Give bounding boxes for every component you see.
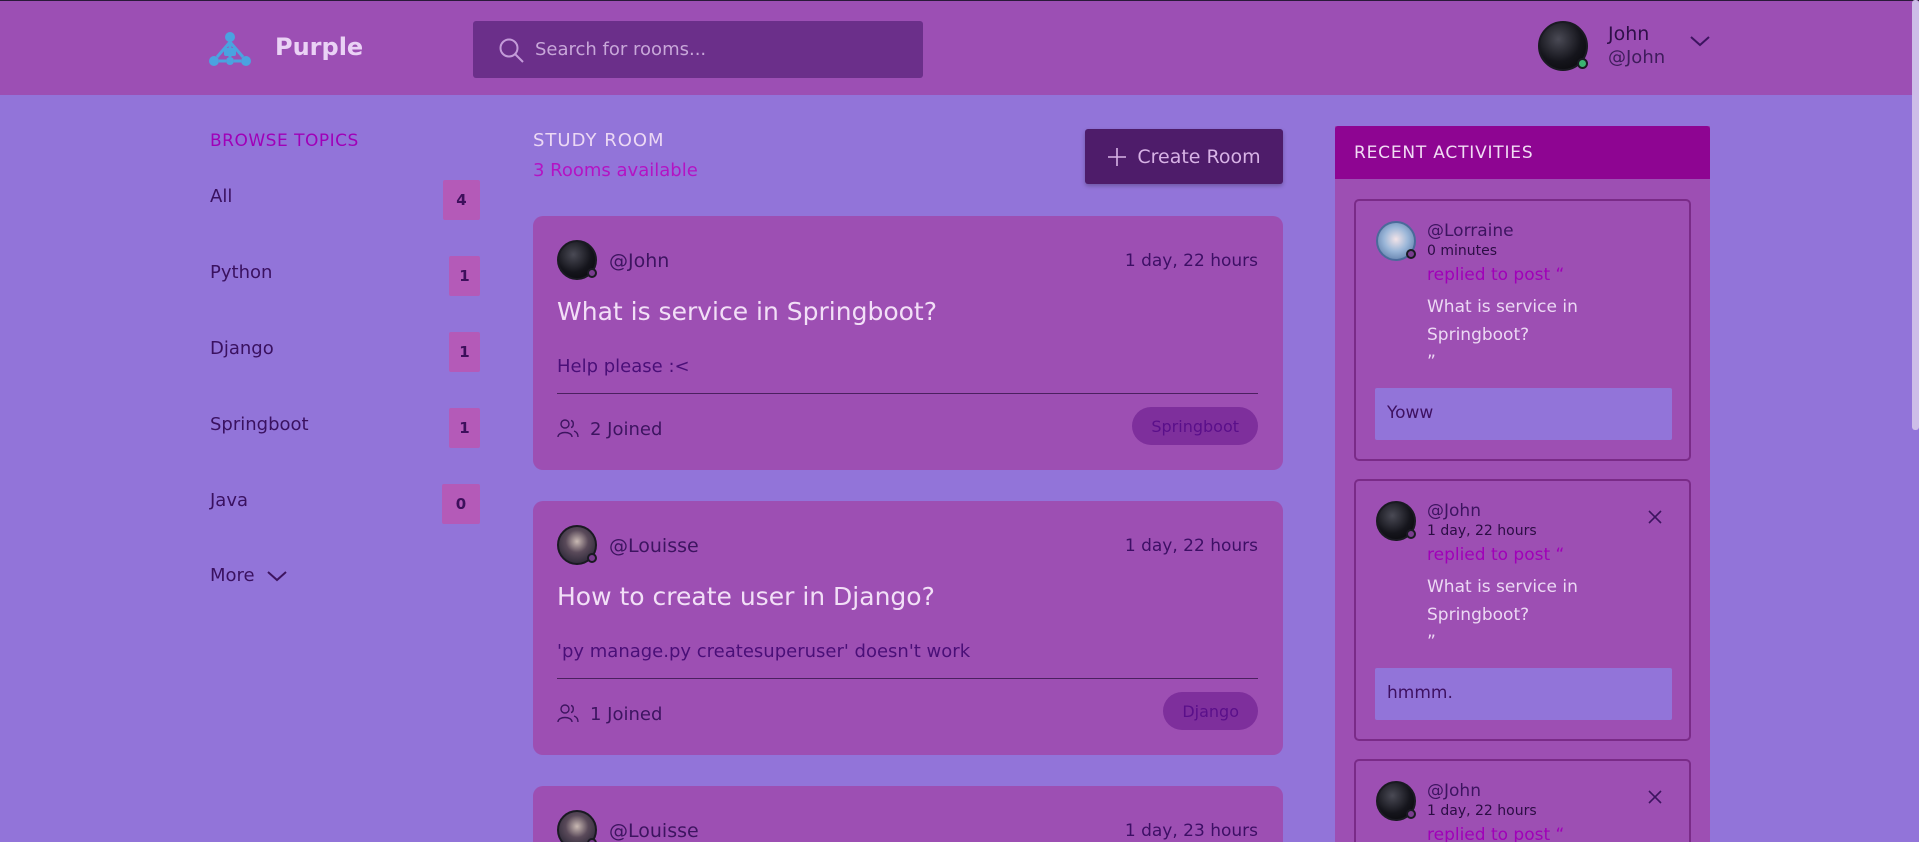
room-time: 1 day, 23 hours: [1124, 821, 1258, 841]
topic-item-springboot[interactable]: Springboot 1: [210, 408, 480, 450]
browse-topics-heading: BROWSE TOPICS: [210, 131, 359, 151]
topic-count-badge: 0: [442, 484, 480, 524]
room-card: @John 1 day, 22 hours What is service in…: [533, 216, 1283, 470]
user-avatar[interactable]: [1538, 21, 1588, 71]
activity-close-quote: ”: [1427, 352, 1436, 372]
activity-item: @John 1 day, 22 hours replied to post “ …: [1354, 479, 1691, 741]
activity-time: 0 minutes: [1427, 243, 1498, 259]
plus-icon: [1108, 147, 1127, 166]
people-icon: [557, 704, 579, 723]
divider: [557, 393, 1258, 394]
activity-reply: Yoww: [1375, 388, 1672, 440]
topic-item-django[interactable]: Django 1: [210, 332, 480, 374]
activity-action: replied to post “: [1427, 545, 1565, 565]
topic-tag[interactable]: Django: [1163, 692, 1258, 730]
room-time: 1 day, 22 hours: [1124, 536, 1258, 556]
people-icon: [557, 419, 579, 438]
top-navbar: Purple John @John: [0, 0, 1919, 95]
room-title[interactable]: What is service in Springboot?: [557, 297, 937, 326]
room-host[interactable]: @Louisse: [609, 535, 699, 557]
page-scrollbar[interactable]: [1912, 0, 1919, 430]
room-description: Help please :<: [557, 356, 690, 377]
topic-count-badge: 1: [449, 332, 480, 372]
chevron-down-icon[interactable]: [1688, 31, 1712, 51]
search-bar[interactable]: [473, 21, 923, 78]
activity-user[interactable]: @John: [1427, 781, 1481, 801]
activity-close-quote: ”: [1427, 632, 1436, 652]
room-time: 1 day, 22 hours: [1124, 251, 1258, 271]
room-card: @Louisse 1 day, 22 hours How to create u…: [533, 501, 1283, 755]
host-avatar[interactable]: [557, 525, 597, 565]
room-host[interactable]: @John: [609, 250, 669, 272]
activity-user[interactable]: @Lorraine: [1427, 221, 1514, 241]
status-dot: [587, 838, 597, 842]
topic-label: Springboot: [210, 414, 309, 435]
create-room-button[interactable]: Create Room: [1085, 129, 1283, 184]
status-dot: [587, 553, 597, 563]
topic-item-java[interactable]: Java 0: [210, 484, 480, 526]
search-input[interactable]: [535, 21, 905, 78]
activity-action: replied to post “: [1427, 265, 1565, 285]
activity-time: 1 day, 22 hours: [1427, 523, 1537, 539]
room-title[interactable]: How to create user in Django?: [557, 582, 935, 611]
user-handle[interactable]: @John: [1608, 47, 1665, 68]
close-icon[interactable]: [1647, 509, 1663, 525]
topic-count-badge: 1: [449, 408, 480, 448]
search-icon: [499, 38, 524, 63]
activity-item: @John 1 day, 22 hours replied to post “: [1354, 759, 1691, 842]
room-host[interactable]: @Louisse: [609, 820, 699, 842]
room-card: @Louisse 1 day, 23 hours: [533, 786, 1283, 842]
topic-label: Python: [210, 262, 273, 283]
rooms-count: 3 Rooms available: [533, 160, 698, 181]
network-logo-icon[interactable]: [208, 31, 252, 71]
activity-avatar[interactable]: [1376, 781, 1416, 821]
activity-reply: hmmm.: [1375, 668, 1672, 720]
activity-action: replied to post “: [1427, 825, 1565, 842]
recent-activities-panel: RECENT ACTIVITIES @Lorraine 0 minutes re…: [1335, 126, 1710, 842]
status-dot: [587, 268, 597, 278]
topic-label: Django: [210, 338, 274, 359]
activity-post-title[interactable]: What is service in Springboot?: [1427, 573, 1597, 629]
page-title: STUDY ROOM: [533, 130, 665, 151]
activity-post-title[interactable]: What is service in Springboot?: [1427, 293, 1597, 349]
activity-item: @Lorraine 0 minutes replied to post “ Wh…: [1354, 199, 1691, 461]
joined-count: 2 Joined: [590, 419, 663, 440]
create-room-label: Create Room: [1137, 145, 1261, 168]
host-avatar[interactable]: [557, 810, 597, 842]
topic-label: All: [210, 186, 233, 207]
topic-item-python[interactable]: Python 1: [210, 256, 480, 298]
recent-activities-heading: RECENT ACTIVITIES: [1335, 126, 1710, 179]
activity-avatar[interactable]: [1376, 501, 1416, 541]
host-avatar[interactable]: [557, 240, 597, 280]
status-dot: [1406, 809, 1416, 819]
activity-time: 1 day, 22 hours: [1427, 803, 1537, 819]
close-icon[interactable]: [1647, 789, 1663, 805]
activity-avatar[interactable]: [1376, 221, 1416, 261]
online-status-dot: [1577, 58, 1588, 69]
topic-count-badge: 1: [449, 256, 480, 296]
status-dot: [1406, 249, 1416, 259]
brand-name[interactable]: Purple: [275, 33, 363, 61]
status-dot: [1406, 529, 1416, 539]
user-name[interactable]: John: [1608, 23, 1649, 45]
topic-tag[interactable]: Springboot: [1132, 407, 1258, 445]
more-topics-link[interactable]: More: [210, 565, 255, 586]
activity-user[interactable]: @John: [1427, 501, 1481, 521]
joined-count: 1 Joined: [590, 704, 663, 725]
divider: [557, 678, 1258, 679]
topic-label: Java: [210, 490, 249, 511]
room-description: 'py manage.py createsuperuser' doesn't w…: [557, 641, 971, 662]
topic-item-all[interactable]: All 4: [210, 180, 480, 222]
topic-count-badge: 4: [443, 180, 480, 220]
chevron-down-icon[interactable]: [266, 567, 288, 585]
